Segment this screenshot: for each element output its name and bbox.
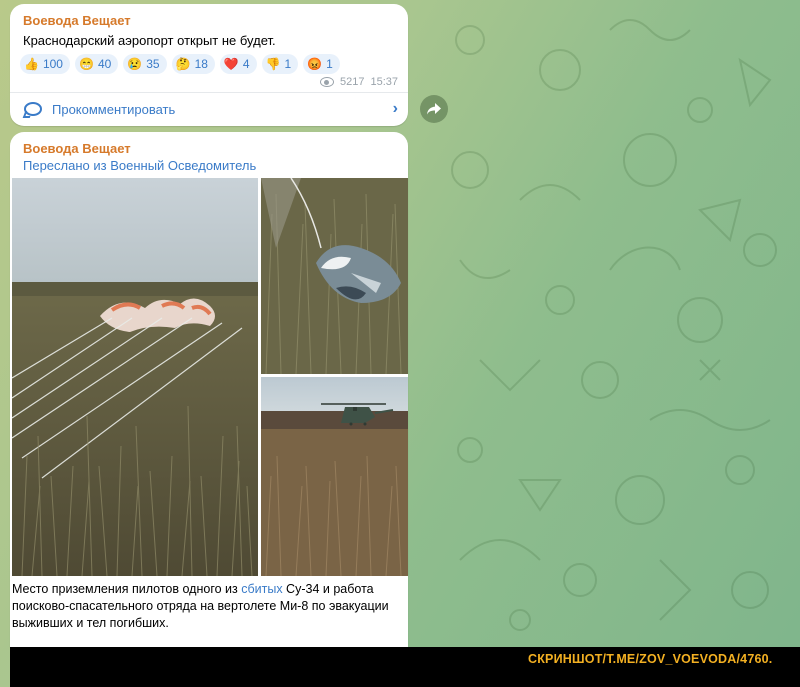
reaction-count: 1 <box>284 57 292 71</box>
reaction-count: 100 <box>42 57 63 71</box>
message-bubble-1: Воевода Вещает Краснодарский аэропорт от… <box>10 4 408 126</box>
share-button[interactable] <box>420 95 448 123</box>
thinking-icon: 🤔 <box>175 57 191 71</box>
message-meta: 5217 15:37 <box>319 76 398 88</box>
helicopter-field-image <box>261 377 408 576</box>
forward-arrow-icon <box>427 103 441 115</box>
photo-parachute[interactable] <box>12 178 258 576</box>
reaction-count: 35 <box>146 57 160 71</box>
reaction-count: 40 <box>97 57 112 71</box>
thumbs-down-icon: 👎 <box>265 57 281 71</box>
message-time: 15:37 <box>370 76 398 88</box>
angry-icon: 😡 <box>307 57 323 71</box>
reaction-count: 4 <box>242 57 250 71</box>
forwarded-header[interactable]: Переслано из Военный Осведомитель <box>23 158 256 173</box>
grin-icon: 😁 <box>78 57 94 71</box>
reaction-heart[interactable]: ❤️ 4 <box>219 54 257 74</box>
reaction-thinking[interactable]: 🤔 18 <box>171 54 215 74</box>
reaction-cry[interactable]: 😢 35 <box>123 54 167 74</box>
photo-helicopter[interactable] <box>261 377 408 576</box>
views-count: 5217 <box>339 76 365 88</box>
reaction-thumbs-down[interactable]: 👎 1 <box>261 54 299 74</box>
comment-bubble-icon <box>24 102 42 116</box>
message-author[interactable]: Воевода Вещает <box>23 141 131 156</box>
thumbs-up-icon: 👍 <box>24 57 39 71</box>
wreckage-image <box>261 178 408 374</box>
cry-icon: 😢 <box>127 57 143 71</box>
forwarded-source: Военный Осведомитель <box>110 158 257 173</box>
forwarded-prefix: Переслано из <box>23 158 111 173</box>
comment-button[interactable]: Прокомментировать › <box>20 96 398 122</box>
divider <box>10 92 408 93</box>
views-icon <box>319 77 334 87</box>
photo-wreckage[interactable] <box>261 178 408 374</box>
reaction-thumbs-up[interactable]: 👍 100 <box>20 54 70 74</box>
heart-icon: ❤️ <box>223 57 239 71</box>
parachute-field-image <box>12 178 258 576</box>
reactions-bar: 👍 100 😁 40 😢 35 🤔 18 ❤️ 4 👎 1 😡 1 <box>20 54 340 74</box>
reaction-count: 18 <box>194 57 208 71</box>
caption-link[interactable]: сбитых <box>241 582 282 596</box>
comment-label: Прокомментировать <box>52 101 176 117</box>
reaction-count: 1 <box>326 57 333 71</box>
reaction-angry[interactable]: 😡 1 <box>303 54 340 74</box>
reaction-grin[interactable]: 😁 40 <box>74 54 119 74</box>
message-author[interactable]: Воевода Вещает <box>23 13 131 28</box>
message-text: Краснодарский аэропорт открыт не будет. <box>23 33 276 48</box>
message-caption: Место приземления пилотов одного из сбит… <box>12 581 398 632</box>
caption-text-before: Место приземления пилотов одного из <box>12 582 242 596</box>
chevron-right-icon: › <box>392 100 398 117</box>
screenshot-watermark: СКРИНШОТ/T.ME/ZOV_VOEVODA/4760. <box>528 652 773 666</box>
